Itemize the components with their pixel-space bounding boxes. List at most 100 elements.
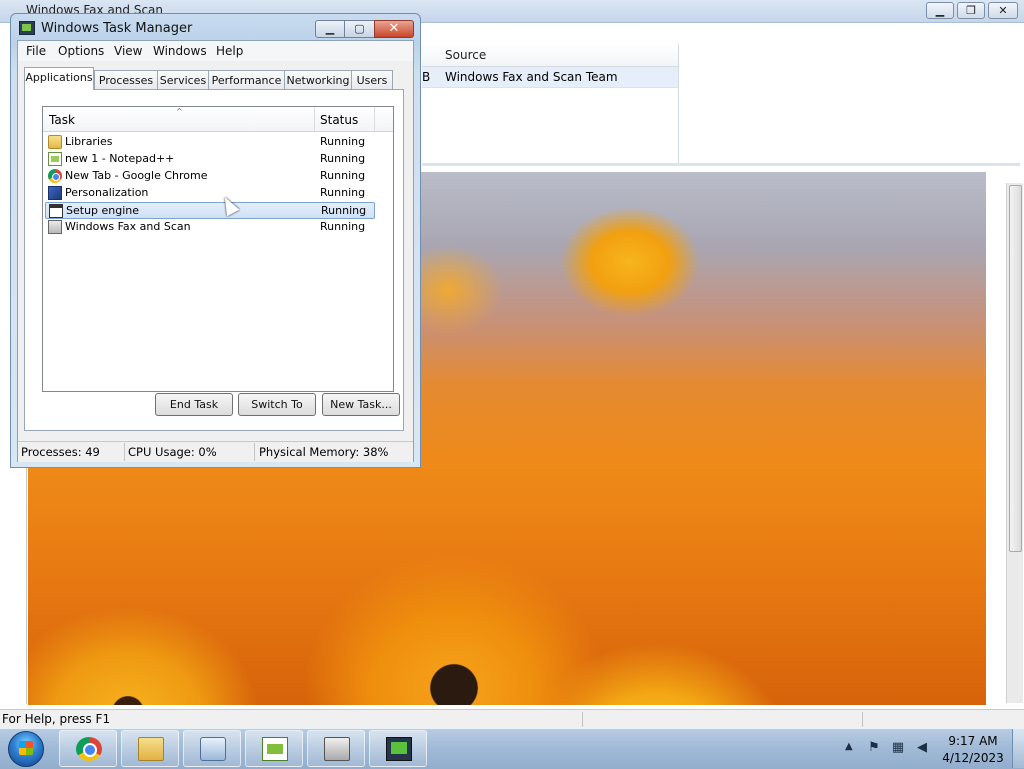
- task-manager-icon: [386, 737, 412, 761]
- folder-icon: [48, 135, 62, 149]
- minimize-icon: ▁: [325, 22, 335, 35]
- control-panel-icon: [200, 737, 226, 761]
- new-task-button[interactable]: New Task...: [322, 393, 400, 416]
- taskbar-task-manager-button[interactable]: [369, 730, 427, 767]
- processes-count: Processes: 49: [21, 445, 100, 459]
- fax-message-list[interactable]: Source B Windows Fax and Scan Team: [422, 44, 1018, 164]
- task-status: Running: [320, 186, 366, 199]
- chrome-icon: [76, 737, 102, 761]
- restore-icon: ❐: [966, 4, 976, 17]
- fax-close-button[interactable]: ✕: [988, 2, 1018, 19]
- task-list[interactable]: ^ Task Status Libraries Running new 1 - …: [42, 106, 394, 392]
- task-manager-client: File Options View Windows Help Applicati…: [17, 40, 414, 462]
- column-divider[interactable]: [314, 107, 315, 131]
- tab-users[interactable]: Users: [351, 70, 393, 89]
- close-icon: ✕: [998, 4, 1008, 17]
- status-divider: [862, 712, 863, 727]
- clock-time[interactable]: 9:17 AM: [948, 734, 998, 748]
- cpu-usage: CPU Usage: 0%: [128, 445, 217, 459]
- volume-muted-icon[interactable]: ◀: [914, 740, 930, 756]
- task-manager-title: Windows Task Manager: [41, 21, 193, 36]
- task-row[interactable]: new 1 - Notepad++ Running: [45, 151, 375, 168]
- notepad-plus-plus-icon: [48, 152, 62, 166]
- minimize-icon: ▁: [935, 4, 945, 17]
- minimize-button[interactable]: ▁: [315, 20, 345, 38]
- task-manager-statusbar: Processes: 49 CPU Usage: 0% Physical Mem…: [18, 441, 413, 462]
- personalization-icon: [48, 186, 62, 200]
- status-divider: [124, 443, 125, 461]
- taskbar-explorer-button[interactable]: [121, 730, 179, 767]
- fax-message-row[interactable]: B Windows Fax and Scan Team: [422, 67, 678, 88]
- menu-view[interactable]: View: [114, 44, 142, 58]
- show-hidden-icons-chevron-icon[interactable]: ▲: [845, 741, 853, 752]
- task-name: Setup engine: [66, 204, 140, 217]
- fax-row-source-cell: Windows Fax and Scan Team: [445, 70, 618, 84]
- tab-processes[interactable]: Processes: [94, 70, 158, 89]
- windows-explorer-icon: [138, 737, 164, 761]
- taskbar-notepad-button[interactable]: [245, 730, 303, 767]
- maximize-button[interactable]: ▢: [344, 20, 375, 38]
- action-center-icon[interactable]: ⚑: [866, 740, 882, 756]
- fax-list-divider: [678, 44, 679, 164]
- tab-performance[interactable]: Performance: [208, 70, 285, 89]
- taskbar-control-panel-button[interactable]: [183, 730, 241, 767]
- close-button[interactable]: ✕: [374, 20, 414, 38]
- maximize-icon: ▢: [354, 22, 365, 35]
- fax-icon: [48, 220, 62, 234]
- menu-windows[interactable]: Windows: [153, 44, 207, 58]
- menu-file[interactable]: File: [26, 44, 46, 58]
- tab-services[interactable]: Services: [157, 70, 209, 89]
- column-header-status[interactable]: Status: [320, 113, 358, 127]
- fax-statusbar: For Help, press F1: [0, 709, 1024, 729]
- fax-column-header-source[interactable]: Source: [422, 44, 679, 67]
- fax-pane-splitter[interactable]: [422, 163, 1020, 166]
- column-header-task[interactable]: Task: [49, 113, 75, 127]
- fax-preview-scrollbar[interactable]: [1006, 183, 1023, 703]
- task-row[interactable]: Windows Fax and Scan Running: [45, 219, 375, 236]
- task-manager-window: Windows Task Manager ▁ ▢ ✕ File Options …: [10, 13, 421, 468]
- task-name: Libraries: [65, 135, 113, 148]
- column-divider[interactable]: [374, 107, 375, 131]
- menu-help[interactable]: Help: [216, 44, 243, 58]
- fax-minimize-button[interactable]: ▁: [926, 2, 954, 19]
- status-divider: [582, 712, 583, 727]
- menu-bar: File Options View Windows Help: [18, 41, 413, 61]
- taskbar: ▲ ⚑ ▦ ◀ 9:17 AM 4/12/2023: [0, 728, 1024, 769]
- show-desktop-button[interactable]: [1012, 729, 1024, 768]
- task-status: Running: [320, 152, 366, 165]
- tab-applications[interactable]: Applications: [24, 67, 94, 90]
- task-list-header: ^ Task Status: [43, 107, 393, 132]
- tab-networking[interactable]: Networking: [284, 70, 352, 89]
- menu-options[interactable]: Options: [58, 44, 104, 58]
- task-status: Running: [320, 169, 366, 182]
- network-icon[interactable]: ▦: [890, 740, 906, 756]
- tab-strip: Applications Processes Services Performa…: [24, 67, 404, 90]
- chrome-icon: [48, 169, 62, 183]
- physical-memory: Physical Memory: 38%: [259, 445, 389, 459]
- clock-date[interactable]: 4/12/2023: [940, 751, 1006, 765]
- task-row[interactable]: New Tab - Google Chrome Running: [45, 168, 375, 185]
- task-row[interactable]: Libraries Running: [45, 134, 375, 151]
- close-icon: ✕: [388, 21, 400, 36]
- task-row-selected[interactable]: Setup engine Running: [45, 202, 375, 219]
- task-name: New Tab - Google Chrome: [65, 169, 208, 182]
- task-status: Running: [320, 220, 366, 233]
- end-task-button[interactable]: End Task: [155, 393, 233, 416]
- task-row[interactable]: Personalization Running: [45, 185, 375, 202]
- taskbar-fax-scan-button[interactable]: [307, 730, 365, 767]
- status-divider: [254, 443, 255, 461]
- applications-panel: ^ Task Status Libraries Running new 1 - …: [24, 89, 404, 431]
- sort-ascending-icon: ^: [176, 107, 183, 116]
- fax-maximize-button[interactable]: ❐: [957, 2, 985, 19]
- fax-row-truncated-cell: B: [422, 70, 431, 84]
- switch-to-button[interactable]: Switch To: [238, 393, 316, 416]
- task-status: Running: [320, 135, 366, 148]
- task-name: Personalization: [65, 186, 149, 199]
- task-status: Running: [321, 204, 367, 217]
- task-name: new 1 - Notepad++: [65, 152, 175, 165]
- scrollbar-thumb[interactable]: [1009, 185, 1022, 552]
- start-button[interactable]: [8, 731, 44, 767]
- fax-status-text: For Help, press F1: [2, 712, 111, 726]
- taskbar-chrome-button[interactable]: [59, 730, 117, 767]
- fax-column-source-label: Source: [445, 48, 487, 62]
